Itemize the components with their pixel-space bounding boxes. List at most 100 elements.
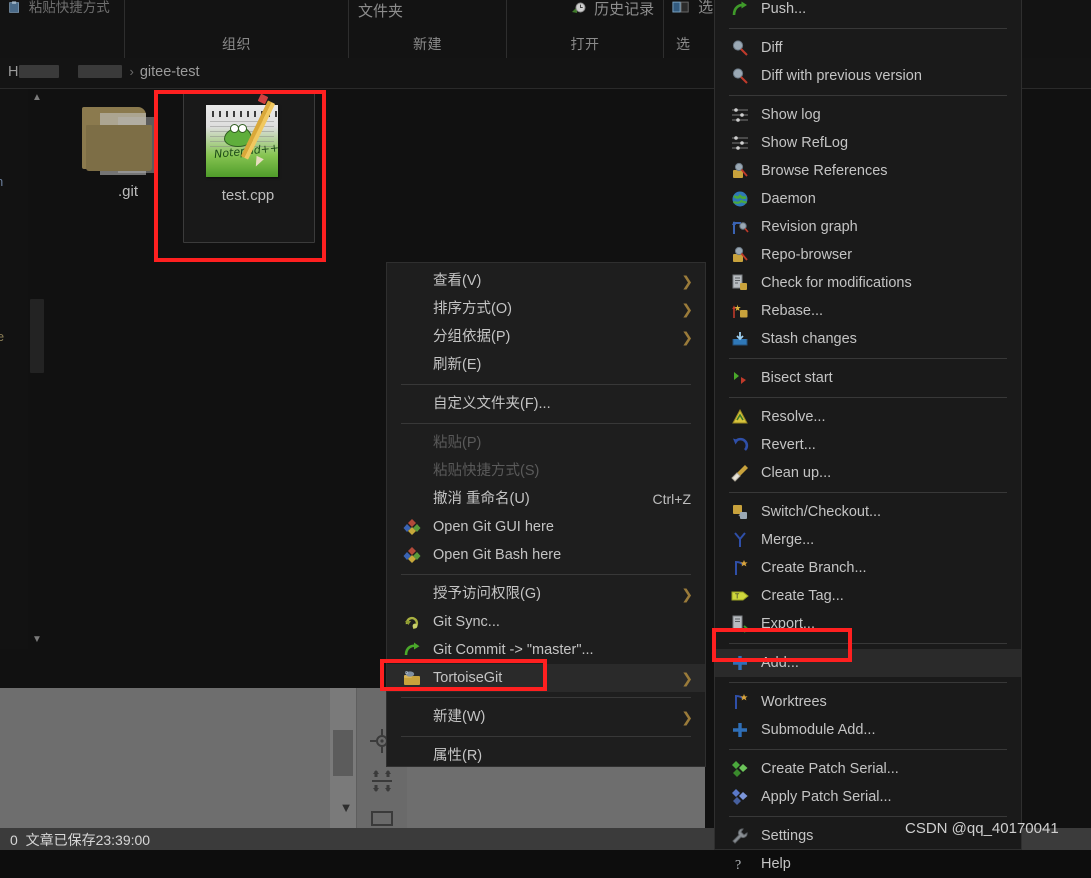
menu-item-properties[interactable]: 属性(R): [387, 742, 705, 770]
menu-item-group-by[interactable]: 分组依据(P) ❯: [387, 323, 705, 351]
menu-item-export[interactable]: Export...: [715, 610, 1021, 638]
menu-item-daemon[interactable]: Daemon: [715, 185, 1021, 213]
ribbon-cmd-paste-shortcut[interactable]: 粘贴快捷方式: [8, 0, 110, 16]
background-app-scroll-down-icon[interactable]: ▼: [336, 800, 356, 815]
menu-item-bisect-start[interactable]: Bisect start: [715, 364, 1021, 392]
menu-item-create-branch[interactable]: Create Branch...: [715, 554, 1021, 582]
menu-item-push[interactable]: Push...: [715, 0, 1021, 23]
ribbon-cmd-select[interactable]: 选: [672, 0, 713, 17]
menu-item-git-sync[interactable]: Git Sync...: [387, 608, 705, 636]
menu-item-git-commit[interactable]: Git Commit -> "master"...: [387, 636, 705, 664]
chevron-right-icon: ❯: [681, 273, 693, 289]
menu-item-create-tag[interactable]: T Create Tag...: [715, 582, 1021, 610]
menu-item-customize-folder[interactable]: 自定义文件夹(F)...: [387, 390, 705, 418]
menu-item-repo-browser[interactable]: Repo-browser: [715, 241, 1021, 269]
patch-blue-icon: [731, 788, 749, 806]
menu-item-show-reflog[interactable]: Show RefLog: [715, 129, 1021, 157]
menu-item-new-label: 新建(W): [433, 709, 486, 725]
menu-item-view[interactable]: 查看(V) ❯: [387, 267, 705, 295]
menu-item-clean-up[interactable]: Clean up...: [715, 459, 1021, 487]
menu-item-apply-patch-serial[interactable]: Apply Patch Serial...: [715, 783, 1021, 811]
menu-item-stash-changes[interactable]: Stash changes: [715, 325, 1021, 353]
patch-green-icon: [731, 760, 749, 778]
menu-item-resolve[interactable]: Resolve...: [715, 403, 1021, 431]
breadcrumb-current-folder[interactable]: gitee-test: [140, 64, 200, 80]
git-diamond-icon: [403, 518, 421, 536]
menu-item-browse-references-label: Browse References: [761, 163, 888, 179]
ribbon-group-organize: 组织: [125, 0, 349, 58]
rebase-icon: [731, 302, 749, 320]
menu-item-merge-label: Merge...: [761, 532, 815, 548]
menu-item-new[interactable]: 新建(W) ❯: [387, 703, 705, 731]
menu-item-open-git-gui[interactable]: Open Git GUI here: [387, 513, 705, 541]
expand-vertical-icon[interactable]: [369, 768, 395, 794]
file-item-testcpp[interactable]: Notepad++ test.cpp: [188, 93, 308, 204]
menu-item-browse-references[interactable]: Browse References: [715, 157, 1021, 185]
status-bar-text: 0 文章已保存23:39:00: [4, 830, 150, 850]
menu-item-worktrees[interactable]: Worktrees: [715, 688, 1021, 716]
paste-shortcut-icon: [8, 1, 21, 14]
menu-item-submodule-add[interactable]: Submodule Add...: [715, 716, 1021, 744]
menu-item-merge[interactable]: Merge...: [715, 526, 1021, 554]
file-item-git[interactable]: .git: [68, 99, 188, 200]
menu-item-revert-label: Revert...: [761, 437, 816, 453]
wrench-icon: [731, 827, 749, 845]
resolve-icon: [731, 408, 749, 426]
menu-item-view-label: 查看(V): [433, 273, 482, 289]
scroll-down-icon[interactable]: ▼: [28, 631, 46, 649]
menu-item-switch-checkout[interactable]: Switch/Checkout...: [715, 498, 1021, 526]
menu-separator: [729, 28, 1007, 29]
ribbon-cmd-history[interactable]: 历史记录: [570, 0, 654, 19]
explorer-context-menu[interactable]: 查看(V) ❯ 排序方式(O) ❯ 分组依据(P) ❯ 刷新(E) 自定义文件夹…: [386, 262, 706, 767]
menu-item-git-sync-label: Git Sync...: [433, 614, 500, 630]
menu-item-revision-graph[interactable]: Revision graph: [715, 213, 1021, 241]
content-scrollbar[interactable]: ▲ ▼: [28, 89, 46, 649]
git-sync-icon: [403, 613, 421, 631]
menu-item-diff[interactable]: Diff: [715, 34, 1021, 62]
menu-item-rebase[interactable]: Rebase...: [715, 297, 1021, 325]
scrollbar-thumb[interactable]: [30, 299, 44, 373]
menu-item-undo-rename-accel: Ctrl+Z: [652, 491, 692, 507]
breadcrumb-redacted-1: [19, 65, 60, 78]
chevron-right-icon: ❯: [681, 670, 693, 686]
menu-item-help-label: Help: [761, 856, 791, 872]
menu-item-show-log-label: Show log: [761, 107, 821, 123]
menu-item-check-for-modifications[interactable]: Check for modifications: [715, 269, 1021, 297]
menu-separator: [401, 423, 691, 424]
menu-item-undo-rename-label: 撤消 重命名(U): [433, 491, 530, 507]
menu-item-create-patch-serial-label: Create Patch Serial...: [761, 761, 899, 777]
menu-item-diff-previous[interactable]: Diff with previous version: [715, 62, 1021, 90]
menu-item-open-git-bash[interactable]: Open Git Bash here: [387, 541, 705, 569]
ribbon-cmd-new-folder[interactable]: 文件夹: [358, 0, 403, 21]
menu-item-tortoisegit[interactable]: TortoiseGit ❯: [387, 664, 705, 692]
help-icon: ?: [731, 855, 749, 873]
menu-item-create-patch-serial[interactable]: Create Patch Serial...: [715, 755, 1021, 783]
scroll-up-icon[interactable]: ▲: [28, 89, 46, 107]
menu-item-open-git-gui-label: Open Git GUI here: [433, 519, 554, 535]
menu-separator: [729, 682, 1007, 683]
menu-item-add[interactable]: Add...: [715, 649, 1021, 677]
breadcrumb[interactable]: H › gitee-test: [8, 64, 199, 80]
menu-item-repo-browser-label: Repo-browser: [761, 247, 853, 263]
menu-item-help[interactable]: ? Help: [715, 850, 1021, 878]
menu-item-sort-by[interactable]: 排序方式(O) ❯: [387, 295, 705, 323]
menu-item-show-log[interactable]: Show log: [715, 101, 1021, 129]
revision-graph-icon: [731, 218, 749, 236]
menu-item-grant-access[interactable]: 授予访问权限(G) ❯: [387, 580, 705, 608]
menu-item-revert[interactable]: Revert...: [715, 431, 1021, 459]
tortoisegit-submenu[interactable]: Push... Diff Diff with previous version: [714, 0, 1022, 873]
menu-item-undo-rename[interactable]: 撤消 重命名(U) Ctrl+Z: [387, 485, 705, 513]
menu-item-switch-checkout-label: Switch/Checkout...: [761, 504, 882, 520]
background-app-scroll-thumb[interactable]: [333, 730, 353, 776]
menu-item-refresh[interactable]: 刷新(E): [387, 351, 705, 379]
menu-separator: [401, 697, 691, 698]
svg-text:T: T: [735, 594, 740, 601]
menu-item-push-label: Push...: [761, 1, 807, 17]
menu-separator: [729, 95, 1007, 96]
menu-item-git-commit-label: Git Commit -> "master"...: [433, 642, 594, 658]
ribbon-group-open-label: 打开: [570, 36, 600, 52]
menu-item-paste-label: 粘贴(P): [433, 435, 482, 451]
menu-item-bisect-start-label: Bisect start: [761, 370, 833, 386]
branch-icon: [731, 559, 749, 577]
tortoisegit-icon: [403, 669, 421, 687]
